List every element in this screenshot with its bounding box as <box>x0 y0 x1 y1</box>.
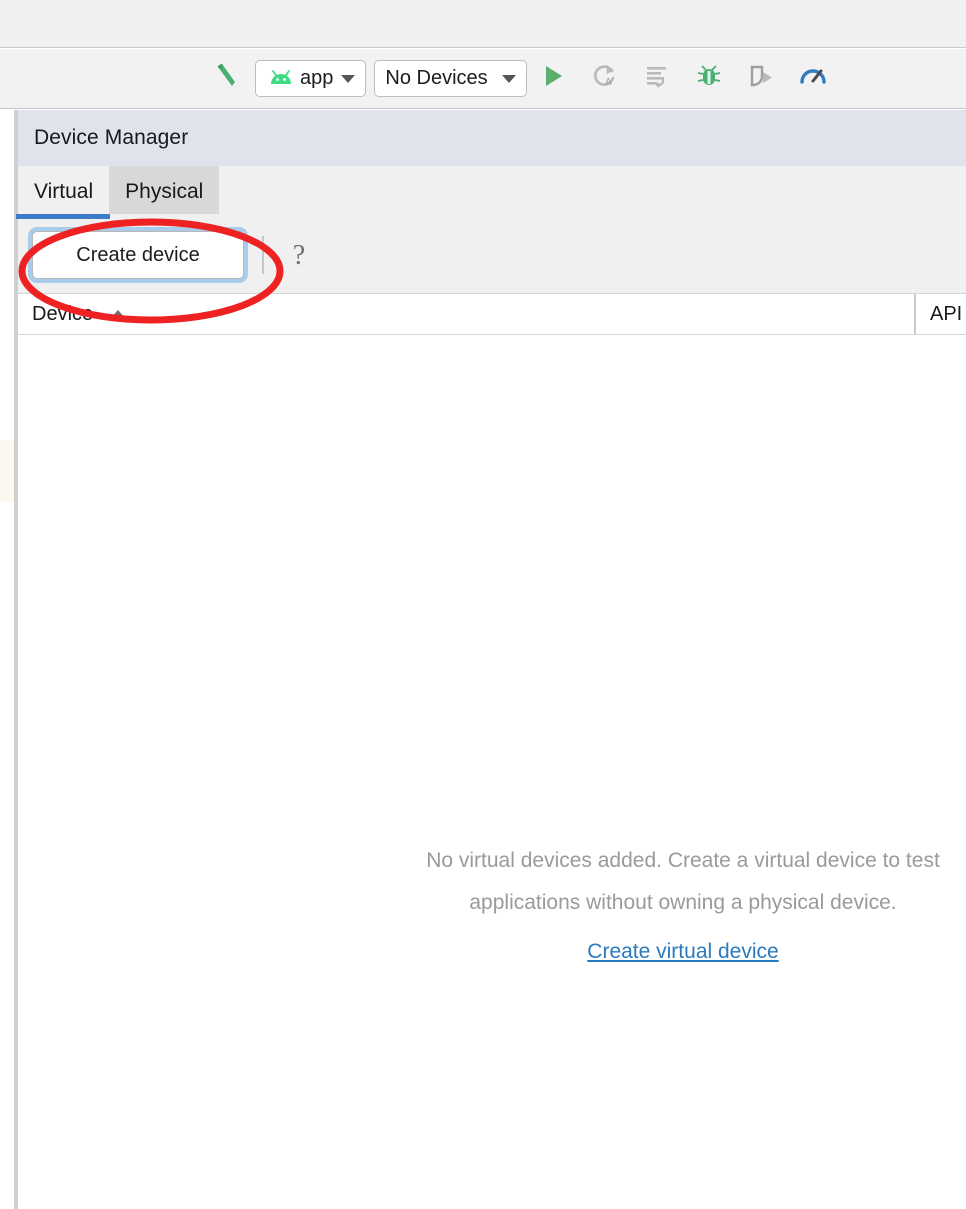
chevron-down-icon <box>501 74 516 83</box>
device-selector[interactable]: No Devices <box>374 60 527 97</box>
toolbar-left-spacer <box>0 78 205 79</box>
window-top-strip <box>0 0 966 48</box>
profiler-button[interactable] <box>787 49 839 109</box>
toolbar-separator <box>262 236 264 274</box>
apply-changes-button[interactable]: A <box>579 49 631 109</box>
column-header-device[interactable]: Device <box>18 294 914 334</box>
empty-state: No virtual devices added. Create a virtu… <box>18 840 966 964</box>
run-with-coverage-button[interactable] <box>735 49 787 109</box>
tab-bar: Virtual Physical <box>18 166 966 218</box>
profiler-gauge-icon <box>799 62 827 95</box>
empty-state-line-1: No virtual devices added. Create a virtu… <box>426 849 940 872</box>
help-icon-label: ? <box>292 240 306 271</box>
chevron-down-icon <box>341 74 356 83</box>
run-configuration-label: app <box>300 67 334 89</box>
hammer-build-icon <box>211 61 241 96</box>
tab-virtual-label: Virtual <box>34 180 94 203</box>
tab-physical[interactable]: Physical <box>109 166 220 218</box>
empty-state-line-2: applications without owning a physical d… <box>469 891 897 914</box>
column-header-api[interactable]: API <box>914 294 966 334</box>
run-button[interactable] <box>527 49 579 109</box>
column-header-api-label: API <box>930 302 963 325</box>
android-robot-icon <box>268 69 294 88</box>
editor-left-gutter <box>0 110 14 1209</box>
bug-icon <box>696 63 722 94</box>
device-table-body: No virtual devices added. Create a virtu… <box>18 335 966 1209</box>
debug-button[interactable] <box>683 49 735 109</box>
play-triangle-icon <box>540 63 566 94</box>
help-icon[interactable]: ? <box>280 237 318 275</box>
create-device-button-label: Create device <box>76 243 200 266</box>
tool-window-header: Device Manager <box>18 110 966 166</box>
svg-text:A: A <box>605 77 612 88</box>
tab-physical-label: Physical <box>125 180 204 203</box>
apply-code-changes-button[interactable] <box>631 49 683 109</box>
column-header-device-label: Device <box>32 302 94 325</box>
sort-ascending-arrow <box>109 310 128 320</box>
run-configuration-selector[interactable]: app <box>255 60 367 97</box>
device-selector-label: No Devices <box>385 67 488 89</box>
gutter-highlight-marker <box>0 440 14 502</box>
tab-virtual[interactable]: Virtual <box>18 166 110 218</box>
create-device-button[interactable]: Create device <box>32 231 244 279</box>
apply-code-changes-icon <box>643 62 671 95</box>
device-manager-screen: app No Devices A Device Manager Virtual … <box>0 0 966 1209</box>
device-actions-bar: Create device ? <box>18 219 966 293</box>
create-virtual-device-link[interactable]: Create virtual device <box>587 940 778 964</box>
build-button[interactable] <box>205 49 247 109</box>
device-table-header: Device API <box>18 293 966 335</box>
page-title: Device Manager <box>34 126 189 149</box>
apply-changes-icon: A <box>591 62 619 95</box>
shield-run-icon <box>748 63 774 94</box>
main-toolbar: app No Devices A <box>0 49 966 109</box>
